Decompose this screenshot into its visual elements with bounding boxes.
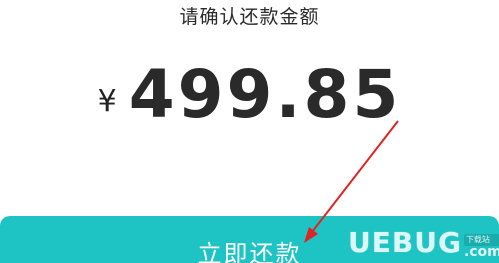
watermark-domain-suffix: .com — [463, 244, 499, 260]
site-watermark: UEBUG 下载站 .com — [348, 226, 499, 260]
confirm-amount-prompt: 请确认还款金额 — [179, 6, 320, 28]
repayment-amount: 499.85 — [128, 55, 402, 133]
watermark-logo-text: UEBUG — [348, 226, 462, 259]
amount-display: ¥ 499.85 — [0, 54, 499, 134]
currency-symbol: ¥ — [97, 83, 117, 119]
